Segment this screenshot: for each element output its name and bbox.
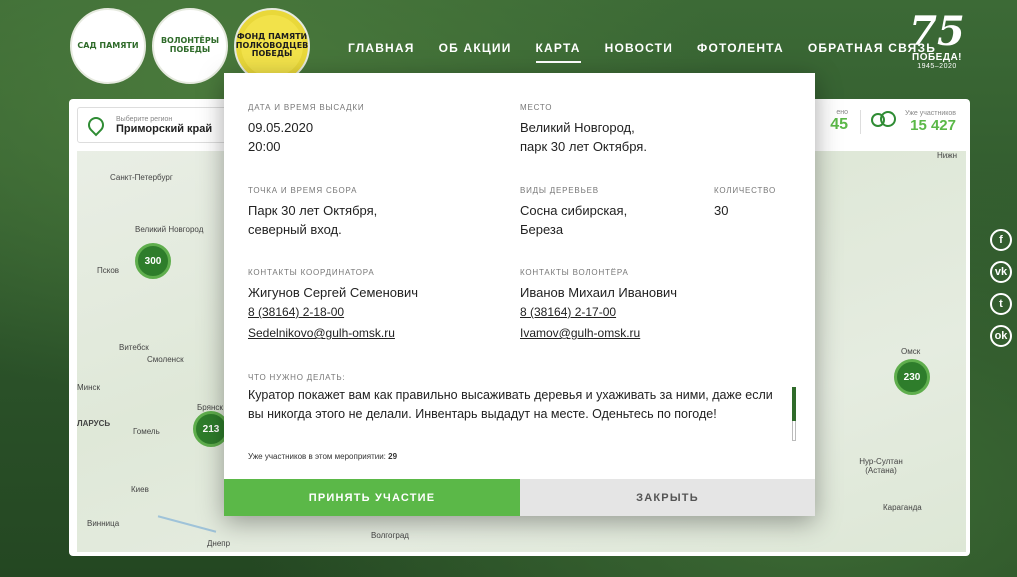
region-label: Выберите регион	[116, 115, 173, 123]
region-select[interactable]: Выберите регион Приморский край	[77, 107, 227, 143]
meeting-point-field: ТОЧКА И ВРЕМЯ СБОРА Парк 30 лет Октября,…	[248, 186, 377, 239]
city-label: Нижн	[937, 151, 958, 160]
event-participants: Уже участников в этом мероприятии: 29	[248, 452, 397, 461]
participants-label: Уже участников	[904, 109, 956, 117]
meeting-point-line2: северный вход.	[248, 222, 342, 237]
date-field: ДАТА И ВРЕМЯ ВЫСАДКИ 09.05.2020 20:00	[248, 103, 364, 156]
coordinator-contacts: КОНТАКТЫ КООРДИНАТОРА Жигунов Сергей Сем…	[248, 268, 418, 344]
city-label: Смоленск	[147, 355, 184, 364]
social-links: f vk t ok	[990, 229, 1012, 347]
city-label: Псков	[97, 266, 120, 275]
coordinator-phone-link[interactable]: 8 (38164) 2-18-00	[248, 302, 418, 323]
meeting-point-line1: Парк 30 лет Октября,	[248, 203, 378, 218]
coordinator-label: КОНТАКТЫ КООРДИНАТОРА	[248, 268, 375, 277]
volunteer-label: КОНТАКТЫ ВОЛОНТЁРА	[520, 268, 629, 277]
city-label: Волгоград	[371, 531, 409, 540]
map-cluster[interactable]: 300	[135, 243, 171, 279]
twitter-icon[interactable]: t	[990, 293, 1012, 315]
victory-word: ПОБЕДА!	[912, 52, 962, 63]
victory-75-logo[interactable]: 75 ПОБЕДА! 1945–2020	[907, 8, 967, 71]
todo-label: ЧТО НУЖНО ДЕЛАТЬ:	[248, 373, 346, 382]
nav-news[interactable]: НОВОСТИ	[605, 41, 673, 63]
garden-logo-text: САД ПАМЯТИ	[77, 40, 139, 50]
time-value: 20:00	[248, 139, 281, 154]
city-label: ЛАРУСЬ	[77, 419, 111, 428]
planted-value: 45	[830, 116, 848, 133]
date-value: 09.05.2020	[248, 120, 314, 135]
main-nav: ГЛАВНАЯ ОБ АКЦИИ КАРТА НОВОСТИ ФОТОЛЕНТА…	[348, 41, 936, 63]
quantity-value: 30	[714, 203, 729, 218]
todo-section: ЧТО НУЖНО ДЕЛАТЬ: Куратор покажет вам ка…	[248, 373, 778, 424]
volunteer-phone-link[interactable]: 8 (38164) 2-17-00	[520, 302, 677, 323]
city-label: Винница	[87, 519, 120, 528]
nav-map[interactable]: КАРТА	[535, 41, 581, 63]
stats: ено 45 Уже участников 15 427	[830, 109, 956, 134]
map-cluster[interactable]: 230	[894, 359, 930, 395]
victory-number: 75	[909, 8, 965, 55]
location-pin-icon	[84, 113, 108, 137]
tree-types-label: ВИДЫ ДЕРЕВЬЕВ	[520, 186, 599, 195]
city-label: Минск	[77, 383, 101, 392]
quantity-field: КОЛИЧЕСТВО 30	[714, 186, 776, 220]
volunteers-logo-text: ВОЛОНТЁРЫ ПОБЕДЫ	[160, 36, 220, 54]
place-field: МЕСТО Великий Новгород, парк 30 лет Октя…	[520, 103, 647, 156]
place-value-line1: Великий Новгород,	[520, 120, 635, 135]
vk-icon[interactable]: vk	[990, 261, 1012, 283]
place-label: МЕСТО	[520, 103, 553, 112]
volunteers-logo[interactable]: ВОЛОНТЁРЫ ПОБЕДЫ	[152, 8, 228, 84]
tree-types-line1: Сосна сибирская,	[520, 203, 628, 218]
tree-types-field: ВИДЫ ДЕРЕВЬЕВ Сосна сибирская, Береза	[520, 186, 627, 239]
river	[157, 515, 217, 533]
tree-types-line2: Береза	[520, 222, 564, 237]
volunteer-contacts: КОНТАКТЫ ВОЛОНТЁРА Иванов Михаил Иванови…	[520, 268, 677, 344]
region-value: Приморский край	[116, 122, 213, 135]
coordinator-name: Жигунов Сергей Семенович	[248, 285, 418, 300]
date-label: ДАТА И ВРЕМЯ ВЫСАДКИ	[248, 103, 365, 112]
join-button[interactable]: ПРИНЯТЬ УЧАСТИЕ	[224, 479, 520, 516]
city-label: Киев	[131, 485, 149, 494]
fund-logo-text: ФОНД ПАМЯТИ ПОЛКОВОДЦЕВ ПОБЕДЫ	[236, 15, 308, 77]
city-label: Великий Новгород	[135, 225, 204, 234]
city-label: Витебск	[119, 343, 149, 352]
facebook-icon[interactable]: f	[990, 229, 1012, 251]
volunteer-name: Иванов Михаил Иванович	[520, 285, 678, 300]
odnoklassniki-icon[interactable]: ok	[990, 325, 1012, 347]
city-label: Нур-Султан (Астана)	[859, 457, 903, 475]
city-label: Санкт-Петербург	[110, 173, 173, 182]
participants-value: 15 427	[910, 116, 956, 134]
event-details-modal: ДАТА И ВРЕМЯ ВЫСАДКИ 09.05.2020 20:00 МЕ…	[224, 73, 815, 516]
coordinator-email-link[interactable]: Sedelnikovo@gulh-omsk.ru	[248, 323, 418, 344]
event-participants-value: 29	[388, 452, 398, 461]
planted-label: ено	[836, 109, 848, 116]
scrollbar-thumb[interactable]	[792, 387, 796, 421]
city-label: Днепр	[207, 539, 231, 548]
planted-stat: ено 45	[830, 109, 848, 134]
nav-home[interactable]: ГЛАВНАЯ	[348, 41, 415, 63]
victory-years: 1945–2020	[917, 63, 957, 70]
event-participants-label: Уже участников в этом мероприятии:	[248, 452, 386, 461]
nav-about[interactable]: ОБ АКЦИИ	[439, 41, 512, 63]
trees-icon	[870, 110, 897, 133]
quantity-label: КОЛИЧЕСТВО	[714, 186, 777, 195]
city-label: Гомель	[133, 427, 160, 436]
city-label: Омск	[901, 347, 921, 356]
close-button[interactable]: ЗАКРЫТЬ	[520, 479, 815, 516]
meeting-point-label: ТОЧКА И ВРЕМЯ СБОРА	[248, 186, 358, 195]
todo-text: Куратор покажет вам как правильно высажи…	[248, 388, 773, 421]
garden-logo[interactable]: САД ПАМЯТИ	[70, 8, 146, 84]
place-value-line2: парк 30 лет Октября.	[520, 139, 647, 154]
city-label: Караганда	[883, 503, 922, 512]
participants-stat: Уже участников 15 427	[859, 109, 956, 134]
nav-photos[interactable]: ФОТОЛЕНТА	[697, 41, 784, 63]
volunteer-email-link[interactable]: Ivamov@gulh-omsk.ru	[520, 323, 677, 344]
